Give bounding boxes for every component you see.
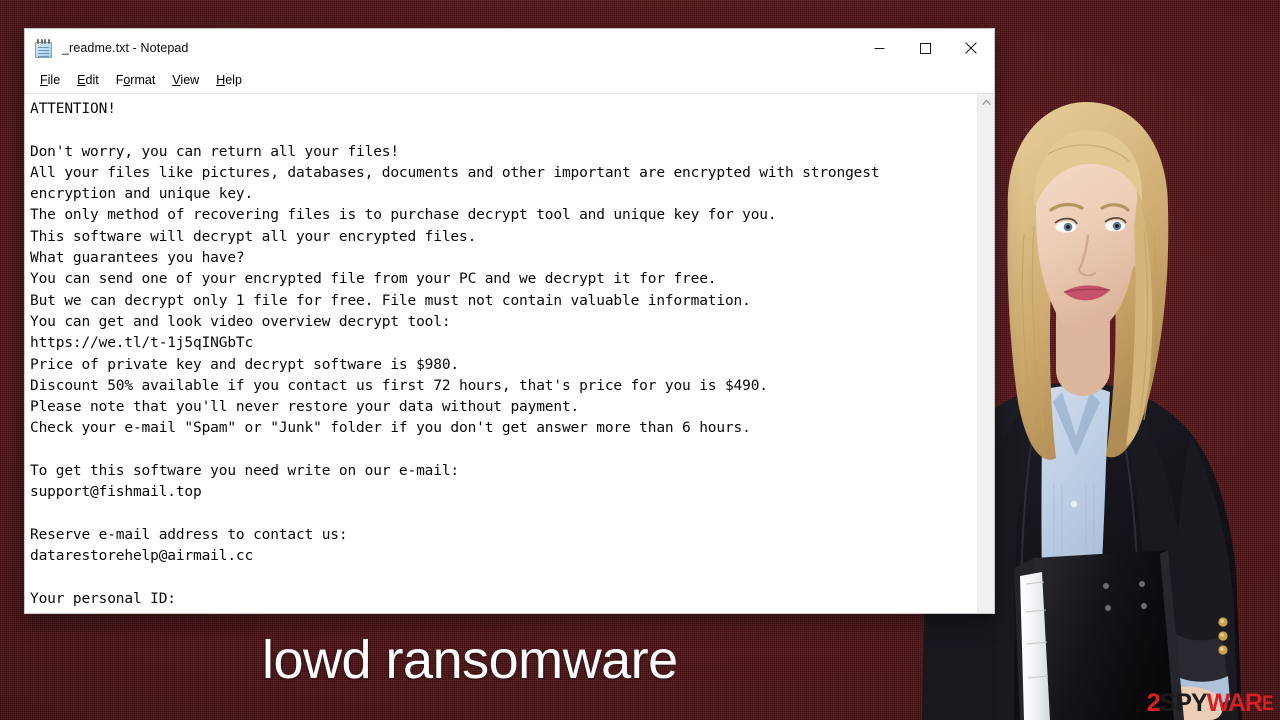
note-line: ATTENTION! [30, 101, 116, 117]
note-line [30, 120, 969, 141]
screenshot-root: _readme.txt - Notepad File Edit Format V… [0, 0, 1280, 720]
close-icon [965, 42, 977, 54]
note-line [30, 440, 969, 461]
watermark-part-spy: SPY [1159, 689, 1208, 717]
maximize-icon [919, 42, 931, 54]
notepad-window[interactable]: _readme.txt - Notepad File Edit Format V… [24, 28, 995, 614]
note-line: datarestorehelp@airmail.cc [30, 548, 254, 565]
note-line: support@fishmail.top [30, 484, 202, 501]
close-button[interactable] [948, 29, 994, 67]
note-line: All your files like pictures, databases,… [30, 164, 880, 181]
ransom-note-text[interactable]: ATTENTION! Don't worry, you can return a… [25, 94, 977, 613]
menu-help[interactable]: Help [208, 71, 251, 89]
maximize-button[interactable] [902, 29, 948, 67]
chevron-up-icon [981, 99, 991, 106]
minimize-icon [874, 47, 884, 49]
note-line: Discount 50% available if you contact us… [30, 377, 768, 394]
scroll-up-button[interactable] [978, 94, 995, 111]
note-line: https://we.tl/t-1j5qINGbTc [30, 335, 254, 352]
editor-area[interactable]: ATTENTION! Don't worry, you can return a… [25, 93, 994, 613]
menu-file[interactable]: File [32, 71, 69, 89]
vertical-scrollbar[interactable] [977, 94, 994, 613]
note-line: Your personal ID: [30, 590, 176, 607]
watermark-part-war: WAR [1206, 689, 1263, 717]
note-line: You can get and look video overview decr… [30, 313, 451, 330]
note-line: Price of private key and decrypt softwar… [30, 356, 459, 373]
menu-view[interactable]: View [164, 71, 208, 89]
window-title: _readme.txt - Notepad [62, 41, 189, 55]
note-line: Don't worry, you can return all your fil… [30, 143, 399, 160]
site-watermark: 2 SPY WAR E [1147, 691, 1274, 716]
minimize-button[interactable] [856, 29, 902, 67]
note-line: Reserve e-mail address to contact us: [30, 526, 348, 543]
menu-bar[interactable]: File Edit Format View Help [25, 67, 994, 93]
note-line: Check your e-mail "Spam" or "Junk" folde… [30, 420, 751, 437]
window-titlebar[interactable]: _readme.txt - Notepad [25, 29, 994, 67]
note-line: What guarantees you have? [30, 250, 245, 267]
note-line: You can send one of your encrypted file … [30, 271, 717, 288]
note-line: encryption and unique key. [30, 186, 254, 203]
menu-format[interactable]: Format [108, 71, 165, 89]
note-line: This software will decrypt all your encr… [30, 228, 477, 245]
menu-edit[interactable]: Edit [69, 71, 108, 89]
note-line: But we can decrypt only 1 file for free.… [30, 292, 751, 309]
scrollbar-track[interactable] [978, 111, 995, 613]
watermark-part-e: E [1262, 692, 1273, 715]
note-line [30, 568, 969, 589]
page-title: lowd ransomware [262, 630, 678, 690]
watermark-part-2: 2 [1146, 689, 1161, 717]
note-line: The only method of recovering files is t… [30, 207, 777, 224]
note-line: Please note that you'll never restore yo… [30, 399, 580, 416]
note-line [30, 504, 969, 525]
note-line: To get this software you need write on o… [30, 463, 459, 480]
notepad-icon [35, 38, 53, 58]
window-controls [856, 29, 994, 67]
